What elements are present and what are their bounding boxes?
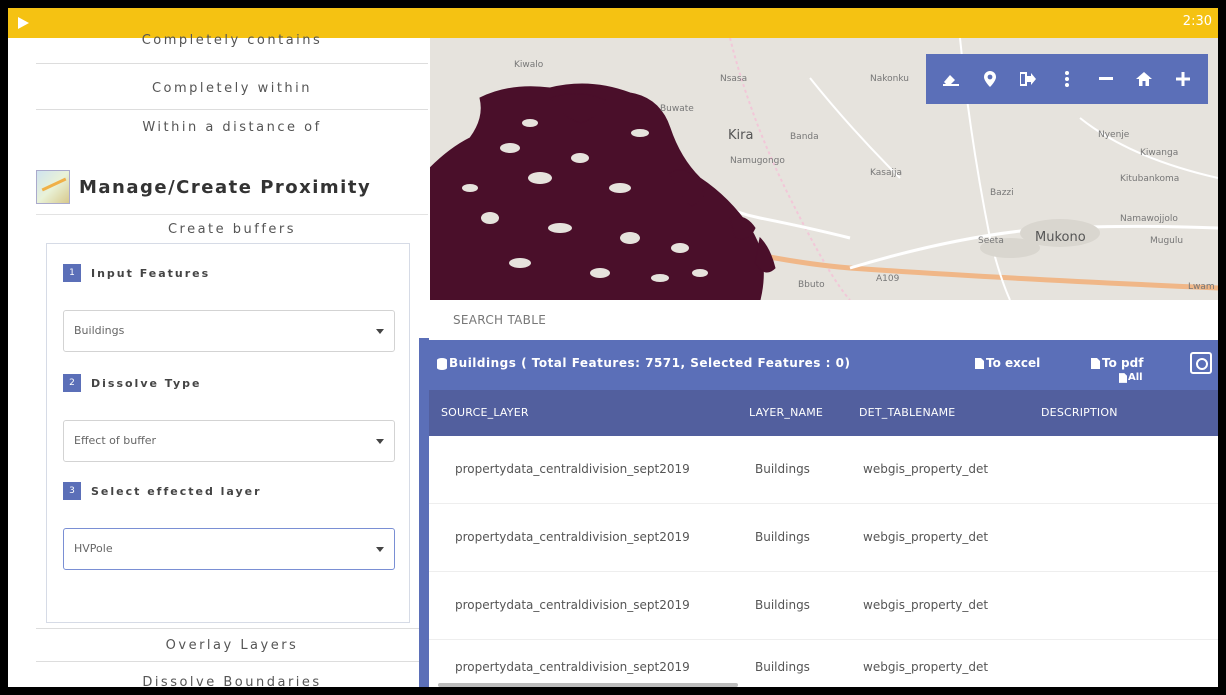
marker-icon[interactable] xyxy=(977,66,1003,92)
step-label: Select effected layer xyxy=(91,484,262,498)
step-label: Input Features xyxy=(91,266,211,280)
cell-det-tablename: webgis_property_det xyxy=(863,462,989,476)
buffer-form: 1 Input Features Buildings 2 Dissolve Ty… xyxy=(46,243,410,623)
map-label: Nsasa xyxy=(720,74,748,84)
left-panel: Completely contains Completely within Wi… xyxy=(8,33,428,687)
column-header[interactable]: SOURCE_LAYER xyxy=(441,406,529,419)
cell-source-layer: propertydata_centraldivision_sept2019 xyxy=(455,530,690,544)
export-all-button[interactable]: All xyxy=(1119,372,1143,383)
column-header[interactable]: DET_TABLENAME xyxy=(859,406,955,419)
caret-down-icon xyxy=(376,329,384,334)
map-label: Banda xyxy=(790,132,819,142)
map-label: Namawojjolo xyxy=(1120,214,1178,224)
menu-completely-within[interactable]: Completely within xyxy=(36,68,428,110)
export-pdf-button[interactable]: To pdf xyxy=(1091,356,1143,370)
create-buffers-heading[interactable]: Create buffers xyxy=(36,214,428,244)
input-features-select[interactable]: Buildings xyxy=(63,310,395,352)
step-dissolve-type: 2 Dissolve Type xyxy=(63,374,202,392)
map-label: Nyenje xyxy=(1098,130,1130,140)
sign-out-icon[interactable] xyxy=(1015,66,1041,92)
map-toolbar xyxy=(926,54,1208,104)
cell-source-layer: propertydata_centraldivision_sept2019 xyxy=(455,660,690,674)
database-icon xyxy=(437,358,447,370)
map-label: Mukono xyxy=(1035,230,1086,245)
file-icon xyxy=(975,357,984,369)
step-label: Dissolve Type xyxy=(91,376,202,390)
column-header[interactable]: DESCRIPTION xyxy=(1041,406,1118,419)
map-label: Kitubankoma xyxy=(1120,174,1180,184)
cell-layer-name: Buildings xyxy=(755,660,810,674)
file-icon xyxy=(1091,357,1100,369)
select-value: Buildings xyxy=(74,324,125,337)
status-time: 2:30 xyxy=(1182,14,1212,29)
export-all-label: All xyxy=(1128,372,1143,383)
table-column-headers: SOURCE_LAYER LAYER_NAME DET_TABLENAME DE… xyxy=(429,390,1218,436)
step-number: 1 xyxy=(63,264,81,282)
menu-overlay-layers[interactable]: Overlay Layers xyxy=(36,628,428,662)
cell-det-tablename: webgis_property_det xyxy=(863,660,989,674)
cell-det-tablename: webgis_property_det xyxy=(863,598,989,612)
app-window: 2:30 Completely contains Completely with… xyxy=(8,8,1218,687)
step-effected-layer: 3 Select effected layer xyxy=(63,482,262,500)
zoom-out-icon[interactable] xyxy=(1093,66,1119,92)
map-label: Buwate xyxy=(660,104,694,114)
export-excel-label: To excel xyxy=(986,356,1041,370)
menu-dissolve-boundaries[interactable]: Dissolve Boundaries xyxy=(36,673,428,687)
table-row[interactable]: propertydata_centraldivision_sept2019 Bu… xyxy=(429,504,1218,572)
table-row[interactable]: propertydata_centraldivision_sept2019 Bu… xyxy=(429,572,1218,640)
table-row[interactable]: propertydata_centraldivision_sept2019 Bu… xyxy=(429,640,1218,687)
more-icon[interactable] xyxy=(1054,66,1080,92)
section-title: Manage/Create Proximity xyxy=(79,176,372,198)
file-icon xyxy=(1119,372,1127,383)
caret-down-icon xyxy=(376,547,384,552)
table-title: Buildings ( Total Features: 7571, Select… xyxy=(449,356,851,370)
search-table-label[interactable]: SEARCH TABLE xyxy=(438,300,1218,340)
map-label: Lwam xyxy=(1188,282,1215,292)
table-row[interactable]: propertydata_centraldivision_sept2019 Bu… xyxy=(429,436,1218,504)
effected-layer-select[interactable]: HVPole xyxy=(63,528,395,570)
proximity-section-header[interactable]: Manage/Create Proximity xyxy=(36,168,428,206)
map-label: Bazzi xyxy=(990,188,1014,198)
map-label: Namugongo xyxy=(730,156,785,166)
table-header-bar: Buildings ( Total Features: 7571, Select… xyxy=(429,340,1218,390)
cell-source-layer: propertydata_centraldivision_sept2019 xyxy=(455,462,690,476)
map-label: Kasajja xyxy=(870,168,902,178)
home-icon[interactable] xyxy=(1131,66,1157,92)
step-number: 3 xyxy=(63,482,81,500)
play-icon xyxy=(18,17,29,29)
caret-down-icon xyxy=(376,439,384,444)
target-icon[interactable] xyxy=(1190,352,1212,374)
table-accent-bar xyxy=(419,338,429,687)
horizontal-scrollbar[interactable] xyxy=(438,683,738,687)
map-label: Nakonku xyxy=(870,74,909,84)
cell-layer-name: Buildings xyxy=(755,530,810,544)
menu-within-distance[interactable]: Within a distance of xyxy=(36,110,428,152)
menu-completely-contains[interactable]: Completely contains xyxy=(36,32,428,64)
cell-layer-name: Buildings xyxy=(755,598,810,612)
map-label: Mugulu xyxy=(1150,236,1184,246)
step-input-features: 1 Input Features xyxy=(63,264,210,282)
dissolve-type-select[interactable]: Effect of buffer xyxy=(63,420,395,462)
map-label: Kiwalo xyxy=(514,60,544,70)
step-number: 2 xyxy=(63,374,81,392)
eraser-icon[interactable] xyxy=(938,66,964,92)
select-value: HVPole xyxy=(74,542,113,555)
map-thumbnail-icon xyxy=(36,170,70,204)
map-label: Bbuto xyxy=(798,280,825,290)
cell-source-layer: propertydata_centraldivision_sept2019 xyxy=(455,598,690,612)
zoom-in-icon[interactable] xyxy=(1170,66,1196,92)
cell-det-tablename: webgis_property_det xyxy=(863,530,989,544)
cell-layer-name: Buildings xyxy=(755,462,810,476)
map-label: Kiwanga xyxy=(1140,148,1179,158)
export-excel-button[interactable]: To excel xyxy=(975,356,1040,370)
select-value: Effect of buffer xyxy=(74,434,157,447)
export-pdf-label: To pdf xyxy=(1102,356,1144,370)
map-label: Seeta xyxy=(978,236,1004,246)
map-label: A109 xyxy=(876,274,900,284)
column-header[interactable]: LAYER_NAME xyxy=(749,406,823,419)
map-label: Kira xyxy=(728,128,754,143)
